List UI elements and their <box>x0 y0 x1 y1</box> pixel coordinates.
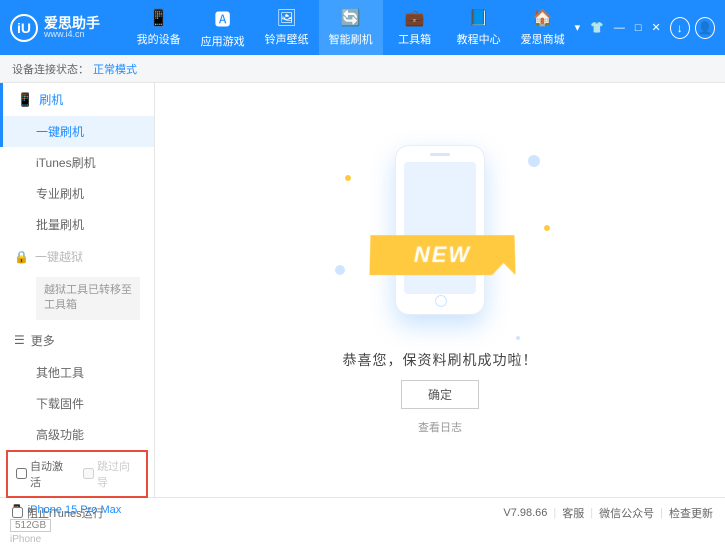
sidebar-item-pro-flash[interactable]: 专业刷机 <box>0 178 154 209</box>
sidebar-section-more[interactable]: ☰ 更多 <box>0 324 154 357</box>
close-icon[interactable]: ✕ <box>652 21 661 34</box>
toolbox-icon: 💼 <box>405 8 425 28</box>
logo-icon: iU <box>10 14 38 42</box>
status-label: 设备连接状态： <box>12 61 89 77</box>
auto-activate-checkbox[interactable]: 自动激活 <box>16 458 71 490</box>
apps-icon: 🅰 <box>215 6 231 30</box>
status-bar: 设备连接状态： 正常模式 <box>0 55 725 83</box>
phone-graphic <box>395 145 485 315</box>
app-site: www.i4.cn <box>44 30 100 39</box>
flash-icon: 🔄 <box>341 8 361 28</box>
nav-ringtones-wallpapers[interactable]: 🖼铃声壁纸 <box>255 0 319 55</box>
menu-icon[interactable]: ▾ <box>575 21 581 34</box>
sidebar-section-jailbreak: 🔒 一键越狱 <box>0 240 154 273</box>
version-label: V7.98.66 <box>503 507 547 519</box>
tutorial-icon: 📘 <box>469 8 489 28</box>
nav-my-device[interactable]: 📱我的设备 <box>127 0 191 55</box>
ok-button[interactable]: 确定 <box>401 380 479 409</box>
app-logo: iU 爱思助手 www.i4.cn <box>10 14 127 42</box>
sidebar-item-itunes-flash[interactable]: iTunes刷机 <box>0 147 154 178</box>
sidebar-item-other-tools[interactable]: 其他工具 <box>0 357 154 388</box>
status-mode: 正常模式 <box>93 61 137 77</box>
sidebar: 📱 刷机 一键刷机 iTunes刷机 专业刷机 批量刷机 🔒 一键越狱 越狱工具… <box>0 83 155 497</box>
download-button[interactable]: ↓ <box>670 17 690 39</box>
sidebar-item-download-firmware[interactable]: 下载固件 <box>0 388 154 419</box>
activation-options: 自动激活 跳过向导 <box>6 450 148 498</box>
titlebar: iU 爱思助手 www.i4.cn 📱我的设备 🅰应用游戏 🖼铃声壁纸 🔄智能刷… <box>0 0 725 55</box>
maximize-icon[interactable]: □ <box>635 22 642 34</box>
lock-icon: 🔒 <box>14 250 29 264</box>
account-button[interactable]: 👤 <box>695 17 715 39</box>
nav-tutorials[interactable]: 📘教程中心 <box>447 0 511 55</box>
sidebar-item-batch-flash[interactable]: 批量刷机 <box>0 209 154 240</box>
nav-apps-games[interactable]: 🅰应用游戏 <box>191 0 255 55</box>
window-controls: ▾ 👕 — □ ✕ <box>575 21 661 34</box>
success-illustration: NEW <box>375 145 505 340</box>
main-panel: NEW 恭喜您，保资料刷机成功啦！ 确定 查看日志 <box>155 83 725 497</box>
nav-smart-flash[interactable]: 🔄智能刷机 <box>319 0 383 55</box>
sidebar-section-flash[interactable]: 📱 刷机 <box>0 83 154 116</box>
phone-icon: 📱 <box>17 92 33 108</box>
nav-store[interactable]: 🏠爱思商城 <box>511 0 575 55</box>
block-itunes-checkbox[interactable]: 阻止iTunes运行 <box>12 505 104 521</box>
skip-guide-checkbox[interactable]: 跳过向导 <box>83 458 138 490</box>
sidebar-item-advanced[interactable]: 高级功能 <box>0 419 154 450</box>
main-nav: 📱我的设备 🅰应用游戏 🖼铃声壁纸 🔄智能刷机 💼工具箱 📘教程中心 🏠爱思商城 <box>127 0 575 55</box>
success-message: 恭喜您，保资料刷机成功啦！ <box>343 350 538 370</box>
media-icon: 🖼 <box>276 8 296 28</box>
nav-toolbox[interactable]: 💼工具箱 <box>383 0 447 55</box>
view-log-link[interactable]: 查看日志 <box>418 419 462 435</box>
jailbreak-note: 越狱工具已转移至工具箱 <box>36 277 140 320</box>
app-name: 爱思助手 <box>44 16 100 30</box>
device-platform: iPhone <box>10 534 144 545</box>
minimize-icon[interactable]: — <box>614 22 625 34</box>
list-icon: ☰ <box>14 333 25 347</box>
footer-check-update[interactable]: 检查更新 <box>669 505 713 521</box>
device-icon: 📱 <box>149 8 169 28</box>
new-ribbon: NEW <box>369 235 515 275</box>
sidebar-item-oneclick-flash[interactable]: 一键刷机 <box>0 116 154 147</box>
footer-support[interactable]: 客服 <box>562 505 584 521</box>
store-icon: 🏠 <box>533 8 553 28</box>
device-capacity: 512GB <box>10 519 51 532</box>
footer-wechat[interactable]: 微信公众号 <box>599 505 654 521</box>
skin-icon[interactable]: 👕 <box>590 21 604 34</box>
